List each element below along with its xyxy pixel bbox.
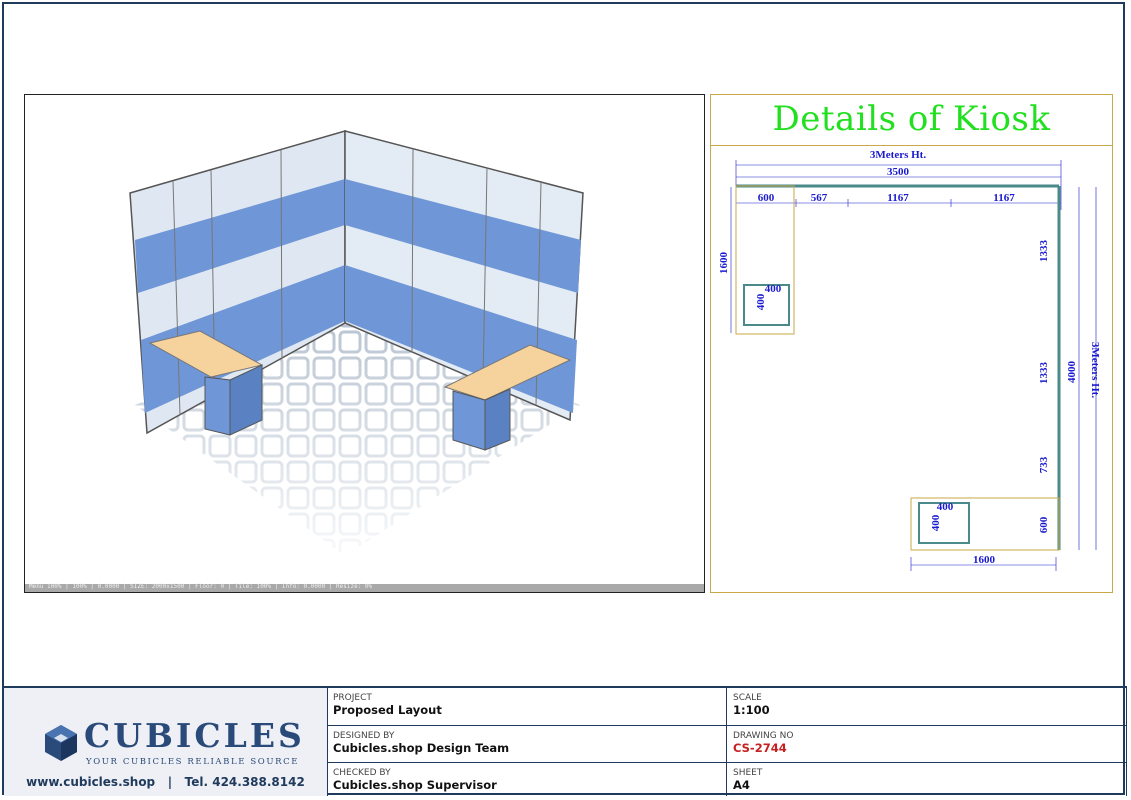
sheet-value: A4: [733, 778, 750, 792]
dim-top-seg-4: 1167: [993, 192, 1015, 204]
dim-top-seg-1: 600: [758, 192, 775, 204]
contact-separator: |: [167, 775, 173, 789]
company-contact: www.cubicles.shop | Tel. 424.388.8142: [4, 775, 327, 789]
render-status-text: Menu 100% | 100% | 0.0000 | SIZE: 2000x1…: [29, 583, 373, 590]
cube-logo-icon: [45, 725, 77, 761]
dim-top-height: 3Meters Ht.: [870, 149, 926, 161]
company-logo-wordmark: CUBICLES: [84, 716, 305, 755]
company-tagline: YOUR CUBICLES RELIABLE SOURCE: [86, 757, 300, 767]
render-status-bar: Menu 100% | 100% | 0.0000 | SIZE: 2000x1…: [25, 583, 704, 592]
dim-right-seg-3: 733: [1038, 456, 1050, 473]
dim-top-seg-3: 1167: [887, 192, 909, 204]
dim-desk1-width: 400: [765, 283, 782, 295]
dim-desk2-width: 400: [937, 501, 954, 513]
drawing-number-label: DRAWING NO: [733, 731, 794, 741]
designed-by-label: DESIGNED BY: [333, 731, 395, 741]
scale-value: 1:100: [733, 703, 770, 717]
dim-desk2-height: 400: [930, 514, 942, 531]
designed-by-value: Cubicles.shop Design Team: [333, 741, 510, 755]
scale-label: SCALE: [733, 693, 762, 703]
scale-cell: SCALE 1:100: [727, 688, 1127, 726]
dim-right-seg-2: 1333: [1038, 362, 1050, 385]
drawing-number-cell: DRAWING NO CS-2744: [727, 726, 1127, 763]
checked-by-cell: CHECKED BY Cubicles.shop Supervisor: [327, 763, 727, 796]
website-link[interactable]: www.cubicles.shop: [26, 775, 155, 789]
title-block: CUBICLES YOUR CUBICLES RELIABLE SOURCE w…: [4, 686, 1127, 796]
project-value: Proposed Layout: [333, 703, 442, 717]
dim-left-depth: 1600: [718, 252, 730, 275]
kiosk-plan-panel: Details of Kiosk 3Meters Ht. 3500 600 56…: [710, 94, 1113, 593]
company-logo-cell: CUBICLES YOUR CUBICLES RELIABLE SOURCE w…: [4, 688, 328, 796]
sheet-label: SHEET: [733, 768, 763, 778]
dim-top-seg-2: 567: [811, 192, 828, 204]
kiosk-render-illustration: [129, 130, 584, 555]
phone-number: Tel. 424.388.8142: [184, 775, 305, 789]
dim-right-total: 4000: [1066, 361, 1078, 384]
dim-bottom-width: 1600: [973, 554, 996, 566]
project-cell: PROJECT Proposed Layout: [327, 688, 727, 726]
dim-right-seg-4: 600: [1038, 516, 1050, 533]
kiosk-plan-drawing: 3Meters Ht. 3500 600 567 1167 1167 1600 …: [718, 149, 1101, 571]
checked-by-value: Cubicles.shop Supervisor: [333, 778, 497, 792]
dim-right-seg-1: 1333: [1038, 240, 1050, 263]
checked-by-label: CHECKED BY: [333, 768, 391, 778]
dim-right-height: 3Meters Ht.: [1089, 342, 1101, 398]
dim-desk1-height: 400: [755, 293, 767, 310]
sheet-cell: SHEET A4: [727, 763, 1127, 796]
drawing-number-value: CS-2744: [733, 741, 787, 755]
kiosk-partition-walls: [736, 184, 1061, 550]
designed-by-cell: DESIGNED BY Cubicles.shop Design Team: [327, 726, 727, 763]
project-label: PROJECT: [333, 693, 372, 703]
kiosk-3d-render: Menu 100% | 100% | 0.0000 | SIZE: 2000x1…: [24, 94, 705, 593]
dim-top-total: 3500: [887, 166, 910, 178]
